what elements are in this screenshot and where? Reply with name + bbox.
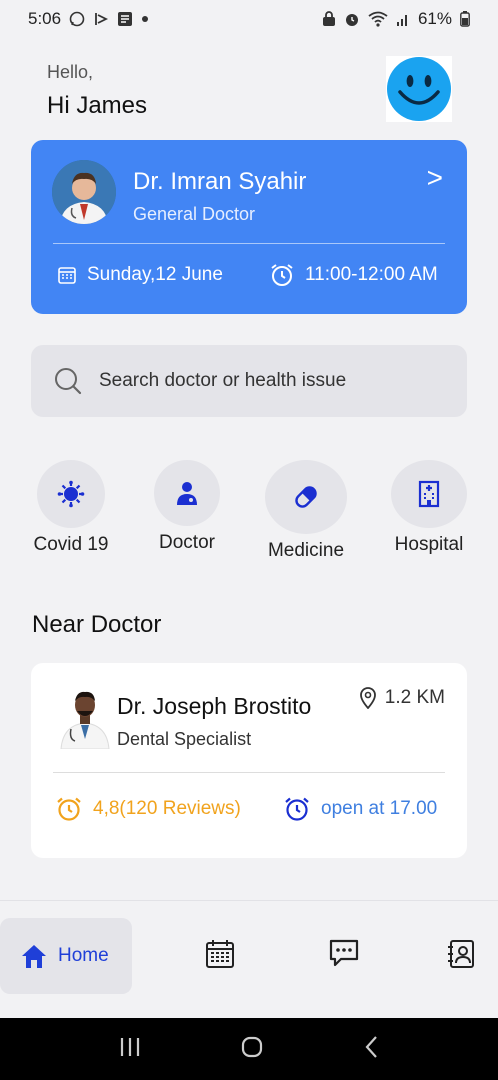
recent-apps-icon[interactable] <box>119 1036 141 1063</box>
category-label: Covid 19 <box>33 534 109 555</box>
category-hospital-circle <box>391 460 467 528</box>
bottom-navigation: Home <box>0 900 498 1018</box>
category-label: Medicine <box>267 540 345 561</box>
category-medicine[interactable]: Medicine <box>260 460 352 562</box>
nav-schedule[interactable] <box>205 939 235 974</box>
back-icon[interactable] <box>363 1035 379 1064</box>
near-doctor-rating: 4,8(120 Reviews) <box>55 795 241 823</box>
nav-home-label: Home <box>58 945 109 966</box>
location-pin-icon <box>359 687 376 709</box>
nav-messages[interactable] <box>329 939 359 972</box>
dot-icon <box>141 15 149 23</box>
media-icon <box>93 11 109 27</box>
category-covid[interactable]: Covid 19 <box>31 460 111 556</box>
divider <box>53 243 445 244</box>
nav-home[interactable]: Home <box>0 918 132 994</box>
near-doctor-open-time: open at 17.00 <box>283 795 437 823</box>
open-time-text: open at 17.00 <box>321 798 438 819</box>
alarm-clock-icon <box>285 797 309 821</box>
appointment-specialty: General Doctor <box>133 204 256 224</box>
category-label: Doctor <box>159 532 215 553</box>
near-doctor-distance: 1.2 KM <box>359 687 445 709</box>
category-label: Hospital <box>394 534 464 555</box>
search-input[interactable]: Search doctor or health issue <box>99 370 346 392</box>
nav-contacts[interactable] <box>446 939 476 974</box>
appointment-doctor-name: Dr. Imran Syahir <box>133 168 307 195</box>
near-doctor-heading: Near Doctor <box>32 611 162 638</box>
category-hospital[interactable]: Hospital <box>389 460 469 556</box>
greeting-hello: Hello, <box>47 62 94 82</box>
appointment-time-text: 11:00-12:00 AM <box>305 264 438 285</box>
alarm-icon <box>344 11 360 27</box>
search-bar[interactable]: Search doctor or health issue <box>31 345 467 417</box>
alarm-clock-icon <box>57 797 81 821</box>
app-notification-icon <box>117 11 133 27</box>
whatsapp-icon <box>69 11 85 27</box>
home-icon <box>22 945 46 968</box>
category-doctor[interactable]: Doctor <box>150 460 224 554</box>
virus-icon <box>57 480 85 508</box>
lock-icon <box>322 11 336 27</box>
wifi-icon <box>368 11 388 27</box>
contact-book-icon <box>448 940 474 968</box>
appointment-date: Sunday,12 June <box>57 264 223 286</box>
signal-icon <box>396 12 410 26</box>
divider <box>53 772 445 773</box>
doctor-photo <box>52 160 116 224</box>
near-doctor-specialty: Dental Specialist <box>117 729 252 749</box>
alarm-clock-icon <box>271 264 293 286</box>
appointment-card[interactable]: Dr. Imran Syahir General Doctor > Sunday… <box>31 140 467 314</box>
calendar-icon <box>58 267 76 284</box>
doctor-icon <box>177 482 197 505</box>
battery-percent: 61% <box>417 9 452 28</box>
smiley-icon <box>387 57 451 121</box>
calendar-icon <box>206 940 234 968</box>
pill-icon <box>295 486 317 508</box>
user-avatar[interactable] <box>386 56 452 122</box>
status-bar: 5:06 61% <box>0 0 498 38</box>
battery-icon <box>460 11 470 27</box>
chevron-right-icon[interactable]: > <box>427 162 443 194</box>
search-icon <box>55 368 82 395</box>
system-navigation-bar <box>0 1018 498 1080</box>
category-covid-circle <box>37 460 105 528</box>
home-button-icon[interactable] <box>240 1035 264 1064</box>
hospital-icon <box>418 480 440 508</box>
chat-icon <box>329 939 359 967</box>
greeting-name: Hi James <box>47 92 148 119</box>
category-doctor-circle <box>154 460 220 526</box>
appointment-time: 11:00-12:00 AM <box>269 262 438 288</box>
status-time: 5:06 <box>28 9 62 28</box>
rating-text: 4,8(120 Reviews) <box>93 798 241 819</box>
near-doctor-name: Dr. Joseph Brostito <box>117 693 312 719</box>
near-doctor-photo <box>57 685 113 750</box>
appointment-date-text: Sunday,12 June <box>87 264 223 285</box>
near-doctor-card[interactable]: Dr. Joseph Brostito Dental Specialist 1.… <box>31 663 467 858</box>
distance-text: 1.2 KM <box>384 687 445 708</box>
category-medicine-circle <box>265 460 347 534</box>
